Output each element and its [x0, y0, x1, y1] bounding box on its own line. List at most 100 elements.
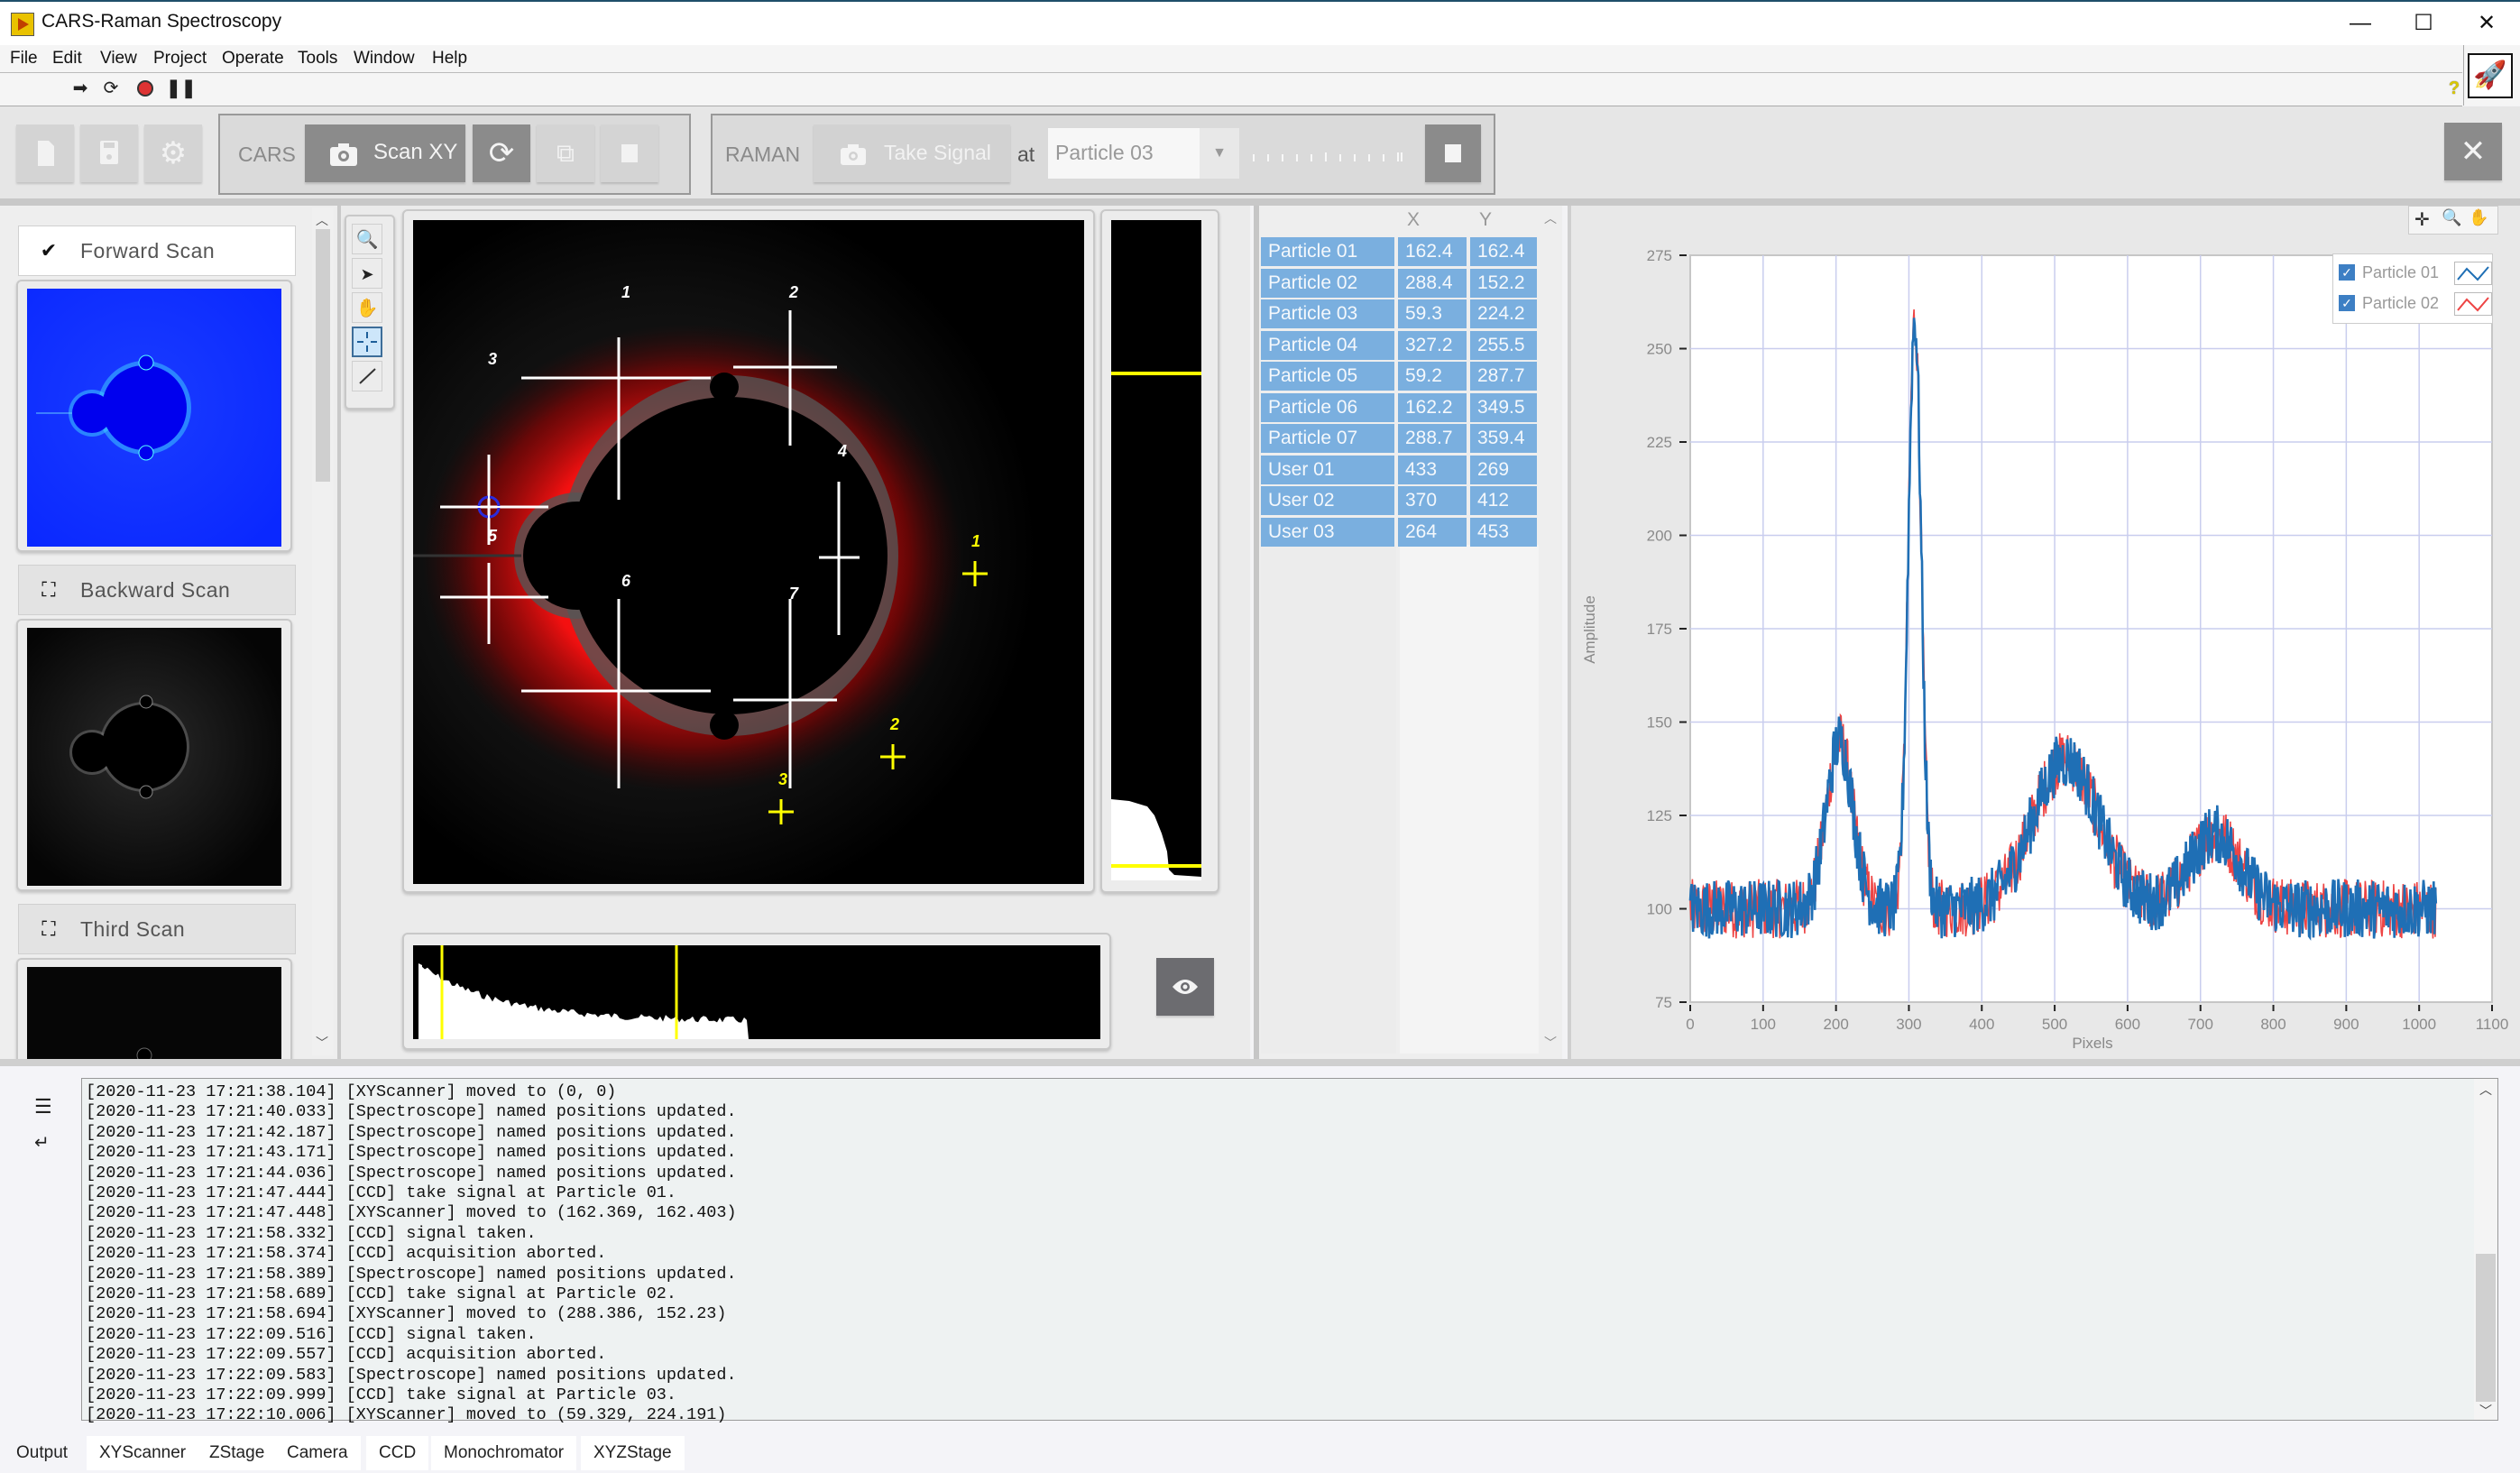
y-cell[interactable]: 412	[1470, 486, 1537, 515]
scan-item-forward[interactable]: ✔ Forward Scan	[18, 226, 296, 276]
menu-tools[interactable]: Tools	[298, 49, 337, 69]
visibility-toggle-button[interactable]	[1156, 958, 1214, 1016]
scroll-down-icon[interactable]: ﹀	[316, 1034, 328, 1052]
position-name-cell[interactable]: Particle 02	[1261, 268, 1394, 298]
crosshair-tool-icon[interactable]	[352, 327, 382, 357]
menu-help[interactable]: Help	[432, 49, 467, 69]
output-tab-zstage[interactable]: ZStage	[197, 1436, 278, 1470]
zoom-tool-icon[interactable]: 🔍	[352, 224, 382, 254]
x-cell[interactable]: 327.2	[1398, 330, 1467, 360]
y-cell[interactable]: 349.5	[1470, 392, 1537, 422]
position-name-cell[interactable]: User 03	[1261, 517, 1394, 547]
position-name-cell[interactable]: Particle 06	[1261, 392, 1394, 422]
y-cell[interactable]: 359.4	[1470, 424, 1537, 453]
output-tab-xyzstage[interactable]: XYZStage	[581, 1436, 685, 1470]
y-cell[interactable]: 152.2	[1470, 268, 1537, 298]
run-arrow-icon[interactable]: ➡	[70, 78, 90, 98]
menu-operate[interactable]: Operate	[222, 49, 284, 69]
scrollbar-thumb[interactable]	[2476, 1254, 2496, 1402]
menu-view[interactable]: View	[100, 49, 137, 69]
output-tab-monochromator[interactable]: Monochromator	[431, 1436, 577, 1470]
spectrum-chart[interactable]: Amplitude Pixels 0 100 200 300 400 500 600 700 8…	[1568, 206, 2520, 1059]
log-output[interactable]: [2020-11-23 17:21:38.104] [XYScanner] mo…	[81, 1078, 2498, 1424]
raman-stop-button[interactable]	[1425, 124, 1481, 182]
new-file-button[interactable]	[16, 124, 74, 182]
settings-button[interactable]: ⚙	[144, 124, 202, 182]
minimize-button[interactable]: —	[2329, 5, 2392, 41]
x-cell[interactable]: 288.4	[1398, 268, 1467, 298]
scan-xy-button[interactable]: Scan XY	[305, 124, 465, 182]
horizontal-profile-plot[interactable]	[413, 945, 1100, 1039]
scan-list-scrollbar[interactable]: ︿ ﹀	[312, 207, 334, 1055]
x-cell[interactable]: 433	[1398, 455, 1467, 484]
x-cell[interactable]: 370	[1398, 486, 1467, 515]
menu-file[interactable]: File	[10, 49, 38, 69]
table-scroll-down-icon[interactable]: ﹀	[1544, 1034, 1557, 1052]
y-cell[interactable]: 224.2	[1470, 299, 1537, 328]
clear-log-icon[interactable]: ☰	[34, 1095, 52, 1119]
help-icon[interactable]: ?	[2444, 78, 2464, 98]
x-cell[interactable]: 59.2	[1398, 362, 1467, 391]
abort-icon[interactable]	[135, 78, 155, 98]
position-name-cell[interactable]: Particle 01	[1261, 237, 1394, 266]
x-cell[interactable]: 264	[1398, 517, 1467, 547]
output-tab-ccd[interactable]: CCD	[366, 1436, 429, 1470]
scroll-down-icon[interactable]: ﹀	[2479, 1402, 2492, 1420]
save-button[interactable]	[80, 124, 138, 182]
output-tab-camera[interactable]: Camera	[274, 1436, 361, 1470]
menu-window[interactable]: Window	[354, 49, 415, 69]
scroll-up-icon[interactable]: ︿	[2479, 1081, 2492, 1099]
particle-select[interactable]: Particle 03 ▼	[1048, 128, 1239, 179]
y-cell[interactable]: 269	[1470, 455, 1537, 484]
scroll-up-icon[interactable]: ︿	[316, 211, 328, 229]
scan-thumbnail-frame[interactable]	[16, 958, 292, 1066]
line-tool-icon[interactable]	[352, 361, 382, 391]
menu-edit[interactable]: Edit	[52, 49, 82, 69]
maximize-button[interactable]: ☐	[2392, 5, 2455, 41]
scan-xy-label: Scan XY	[373, 140, 458, 164]
cars-image[interactable]: 1 2 3 4 5 6 7 1 2 3	[413, 220, 1084, 884]
scan-item-backward[interactable]: ⛶ Backward Scan	[18, 565, 296, 615]
vertical-profile-plot[interactable]	[1111, 220, 1201, 880]
position-name-cell[interactable]: User 02	[1261, 486, 1394, 515]
y-cell[interactable]: 287.7	[1470, 362, 1537, 391]
x-cell[interactable]: 162.4	[1398, 237, 1467, 266]
log-scrollbar[interactable]: ︿ ﹀	[2474, 1079, 2497, 1420]
close-window-button[interactable]: ✕	[2455, 5, 2518, 41]
legend-item-particle-02[interactable]: ✓ Particle 02	[2339, 292, 2492, 316]
table-scroll-up-icon[interactable]: ︿	[1544, 209, 1557, 227]
y-cell[interactable]: 453	[1470, 517, 1537, 547]
panel-splitter[interactable]	[0, 1059, 2520, 1066]
rocket-icon[interactable]: 🚀	[2468, 53, 2513, 98]
position-name-cell[interactable]: Particle 05	[1261, 362, 1394, 391]
add-copy-button[interactable]: ⧉	[537, 124, 594, 182]
x-cell[interactable]: 288.7	[1398, 424, 1467, 453]
y-cell[interactable]: 255.5	[1470, 330, 1537, 360]
scan-thumbnail-frame[interactable]	[16, 619, 292, 891]
y-cell[interactable]: 162.4	[1470, 237, 1537, 266]
cars-stop-button[interactable]	[601, 124, 658, 182]
position-name-cell[interactable]: Particle 03	[1261, 299, 1394, 328]
run-continuously-icon[interactable]: ⟳	[101, 78, 121, 98]
output-tab-xyscanner[interactable]: XYScanner	[87, 1436, 199, 1470]
scan-item-third[interactable]: ⛶ Third Scan	[18, 904, 296, 954]
x-cell[interactable]: 162.2	[1398, 392, 1467, 422]
scrollbar-thumb[interactable]	[316, 229, 330, 482]
scan-thumbnail-frame[interactable]	[16, 280, 292, 552]
x-cell[interactable]: 59.3	[1398, 299, 1467, 328]
position-name-cell[interactable]: Particle 04	[1261, 330, 1394, 360]
refresh-button[interactable]: ⟳	[473, 124, 530, 182]
position-name-cell[interactable]: User 01	[1261, 455, 1394, 484]
pan-hand-icon[interactable]: ✋	[352, 292, 382, 323]
pointer-tool-icon[interactable]: ➤	[352, 258, 382, 289]
legend-item-particle-01[interactable]: ✓ Particle 01	[2339, 262, 2492, 285]
menu-project[interactable]: Project	[153, 49, 207, 69]
chevron-down-icon[interactable]: ▼	[1200, 128, 1239, 179]
pause-icon[interactable]: ❚❚	[166, 78, 197, 98]
position-name-cell[interactable]: Particle 07	[1261, 424, 1394, 453]
legend-checkbox[interactable]: ✓	[2339, 264, 2355, 281]
wrap-text-icon[interactable]: ↵	[34, 1131, 50, 1154]
legend-checkbox[interactable]: ✓	[2339, 295, 2355, 311]
take-signal-button[interactable]: Take Signal	[814, 124, 1010, 182]
close-panel-button[interactable]: ✕	[2444, 123, 2502, 180]
